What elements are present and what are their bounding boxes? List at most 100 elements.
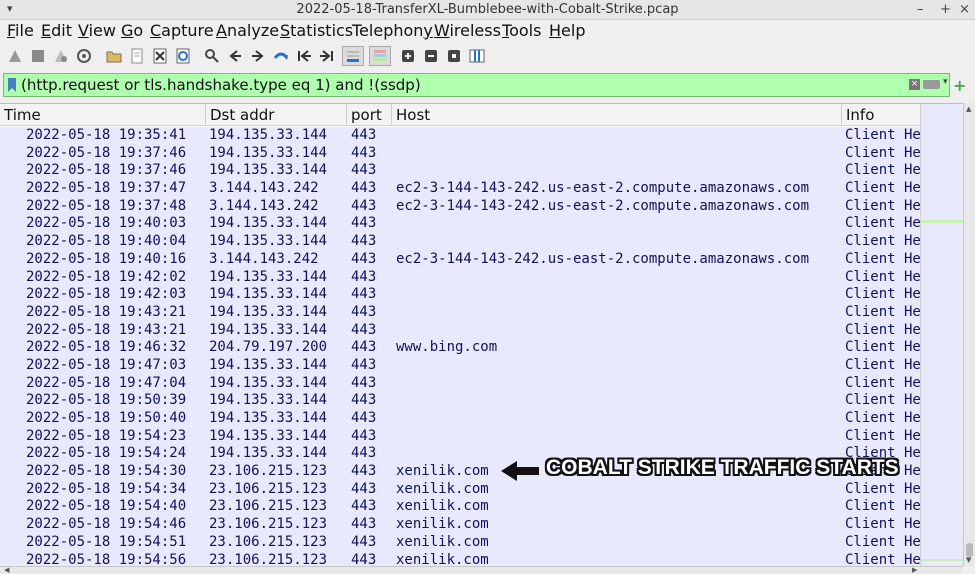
cell-info: Client Hello xyxy=(845,374,920,391)
autoscroll-icon[interactable] xyxy=(342,46,364,66)
table-row[interactable]: 2022-05-18 19:40:16 3.144.143.242 443 ec2-3… xyxy=(0,251,920,269)
display-filter-bar: × ▾ xyxy=(3,73,950,97)
menu-go[interactable]: Go xyxy=(121,21,143,40)
save-file-icon[interactable] xyxy=(127,46,147,66)
stop-capture-icon[interactable] xyxy=(28,46,48,66)
table-row[interactable]: 2022-05-18 19:47:04 194.135.33.144 443 Clie… xyxy=(0,375,920,393)
cell-info: Client Hello xyxy=(845,215,920,232)
zoom-in-icon[interactable] xyxy=(398,46,418,66)
cell-time: 2022-05-18 19:42:02 xyxy=(26,268,187,285)
table-row[interactable]: 2022-05-18 19:50:39 194.135.33.144 443 Clie… xyxy=(0,392,920,410)
table-row[interactable]: 2022-05-18 19:54:56 23.106.215.123 443 xeni… xyxy=(0,552,920,568)
cell-dst-addr: 23.106.215.123 xyxy=(209,516,328,533)
table-row[interactable]: 2022-05-18 19:37:46 194.135.33.144 443 Clie… xyxy=(0,145,920,163)
reload-file-icon[interactable] xyxy=(173,46,193,66)
menu-help[interactable]: Help xyxy=(549,21,585,40)
bookmark-icon[interactable] xyxy=(8,78,16,92)
column-header-port[interactable]: port xyxy=(347,104,392,126)
table-row[interactable]: 2022-05-18 19:42:02 194.135.33.144 443 Clie… xyxy=(0,269,920,287)
resize-columns-icon[interactable] xyxy=(467,46,487,66)
table-row[interactable]: 2022-05-18 19:40:03 194.135.33.144 443 Clie… xyxy=(0,215,920,233)
first-packet-icon[interactable] xyxy=(294,46,314,66)
cell-time: 2022-05-18 19:50:40 xyxy=(26,410,187,426)
colorize-icon[interactable] xyxy=(369,46,391,66)
column-header-host[interactable]: Host xyxy=(392,104,842,126)
cell-dst-addr: 194.135.33.144 xyxy=(209,286,328,303)
table-row[interactable]: 2022-05-18 19:46:32 204.79.197.200 443 www.… xyxy=(0,339,920,357)
cell-dst-addr: 3.144.143.242 xyxy=(209,197,319,214)
scrollbar-thumb[interactable] xyxy=(966,543,973,557)
packet-minimap[interactable] xyxy=(920,104,964,567)
table-row[interactable]: 2022-05-18 19:54:46 23.106.215.123 443 xeni… xyxy=(0,516,920,534)
table-row[interactable]: 2022-05-18 19:54:23 194.135.33.144 443 Clie… xyxy=(0,428,920,446)
maximize-button[interactable]: + xyxy=(940,2,951,17)
apply-filter-icon[interactable] xyxy=(923,80,940,89)
menu-edit[interactable]: Edit xyxy=(41,21,72,40)
cell-port: 443 xyxy=(351,303,377,320)
menu-analyze[interactable]: Analyze xyxy=(216,21,279,40)
open-file-icon[interactable] xyxy=(104,46,124,66)
close-file-icon[interactable] xyxy=(150,46,170,66)
display-filter-input[interactable] xyxy=(21,75,901,95)
vertical-scrollbar[interactable]: ▲ ▼ xyxy=(963,103,975,566)
cell-port: 443 xyxy=(351,356,377,373)
menu-view[interactable]: View xyxy=(78,21,116,40)
cell-info: Client Hello xyxy=(845,250,920,267)
menu-wireless[interactable]: Wireless xyxy=(434,21,501,40)
table-row[interactable]: 2022-05-18 19:40:04 194.135.33.144 443 Clie… xyxy=(0,233,920,251)
go-back-icon[interactable] xyxy=(225,46,245,66)
window-title: 2022-05-18-TransferXL-Bumblebee-with-Cob… xyxy=(296,2,679,17)
menu-statistics[interactable]: Statistics xyxy=(280,21,353,40)
menu-capture[interactable]: Capture xyxy=(150,21,214,40)
menu-tools-rest: ools xyxy=(509,21,542,40)
scroll-right-icon[interactable]: ▶ xyxy=(912,566,917,574)
find-packet-icon[interactable] xyxy=(202,46,222,66)
table-row[interactable]: 2022-05-18 19:54:34 23.106.215.123 443 xeni… xyxy=(0,481,920,499)
menu-telephony[interactable]: Telephony xyxy=(352,21,433,40)
menu-file[interactable]: File xyxy=(7,21,34,40)
cell-info: Client Hello xyxy=(845,356,920,373)
restart-capture-icon[interactable] xyxy=(51,46,71,66)
table-row[interactable]: 2022-05-18 19:37:47 3.144.143.242 443 ec2-3… xyxy=(0,180,920,198)
last-packet-icon[interactable] xyxy=(317,46,337,66)
table-row[interactable]: 2022-05-18 19:50:40 194.135.33.144 443 Clie… xyxy=(0,410,920,428)
clear-filter-icon[interactable]: × xyxy=(909,79,920,90)
table-row[interactable]: 2022-05-18 19:37:46 194.135.33.144 443 Clie… xyxy=(0,162,920,180)
table-row[interactable]: 2022-05-18 19:37:48 3.144.143.242 443 ec2-3… xyxy=(0,198,920,216)
scroll-down-icon[interactable]: ▼ xyxy=(966,556,971,564)
scroll-left-icon[interactable]: ◀ xyxy=(4,566,9,574)
table-row[interactable]: 2022-05-18 19:43:21 194.135.33.144 443 Clie… xyxy=(0,304,920,322)
scroll-up-icon[interactable]: ▲ xyxy=(966,105,971,113)
table-row[interactable]: 2022-05-18 19:47:03 194.135.33.144 443 Clie… xyxy=(0,357,920,375)
cell-info: Client Hello xyxy=(845,197,920,214)
table-row[interactable]: 2022-05-18 19:54:40 23.106.215.123 443 xeni… xyxy=(0,498,920,516)
add-filter-button-icon[interactable]: + xyxy=(953,76,966,95)
column-header-dst-addr[interactable]: Dst addr xyxy=(206,104,347,126)
cell-time: 2022-05-18 19:46:32 xyxy=(26,339,187,356)
normal-size-icon[interactable] xyxy=(444,46,464,66)
cell-dst-addr: 204.79.197.200 xyxy=(209,339,328,356)
packet-list: Time Dst addr port Host Info 2022-05-18 … xyxy=(0,103,964,568)
table-row[interactable]: 2022-05-18 19:35:41 194.135.33.144 443 Clie… xyxy=(0,127,920,145)
filter-history-dropdown-icon[interactable]: ▾ xyxy=(943,77,948,87)
minimize-button[interactable]: – xyxy=(917,2,924,17)
go-to-packet-icon[interactable] xyxy=(271,46,291,66)
menu-file-mnemonic: F xyxy=(7,21,16,40)
table-row[interactable]: 2022-05-18 19:42:03 194.135.33.144 443 Clie… xyxy=(0,286,920,304)
close-button[interactable]: × xyxy=(959,2,970,17)
menu-telephony-pre: Telephon xyxy=(352,21,424,40)
zoom-out-icon[interactable] xyxy=(421,46,441,66)
table-row[interactable]: 2022-05-18 19:43:21 194.135.33.144 443 Clie… xyxy=(0,322,920,340)
horizontal-scrollbar[interactable]: ◀ ▶ xyxy=(0,566,963,574)
column-header-time[interactable]: Time xyxy=(0,104,206,126)
go-forward-icon[interactable] xyxy=(248,46,268,66)
column-header-info[interactable]: Info xyxy=(842,104,920,126)
menu-telephony-mnemonic: y xyxy=(423,21,433,40)
cell-dst-addr: 194.135.33.144 xyxy=(209,410,328,426)
capture-options-icon[interactable] xyxy=(74,46,94,66)
table-row[interactable]: 2022-05-18 19:54:51 23.106.215.123 443 xeni… xyxy=(0,534,920,552)
menu-tools[interactable]: Tools xyxy=(502,21,541,40)
cell-time: 2022-05-18 19:47:04 xyxy=(26,374,187,391)
start-capture-icon[interactable] xyxy=(5,46,25,66)
cell-time: 2022-05-18 19:54:56 xyxy=(26,551,187,568)
